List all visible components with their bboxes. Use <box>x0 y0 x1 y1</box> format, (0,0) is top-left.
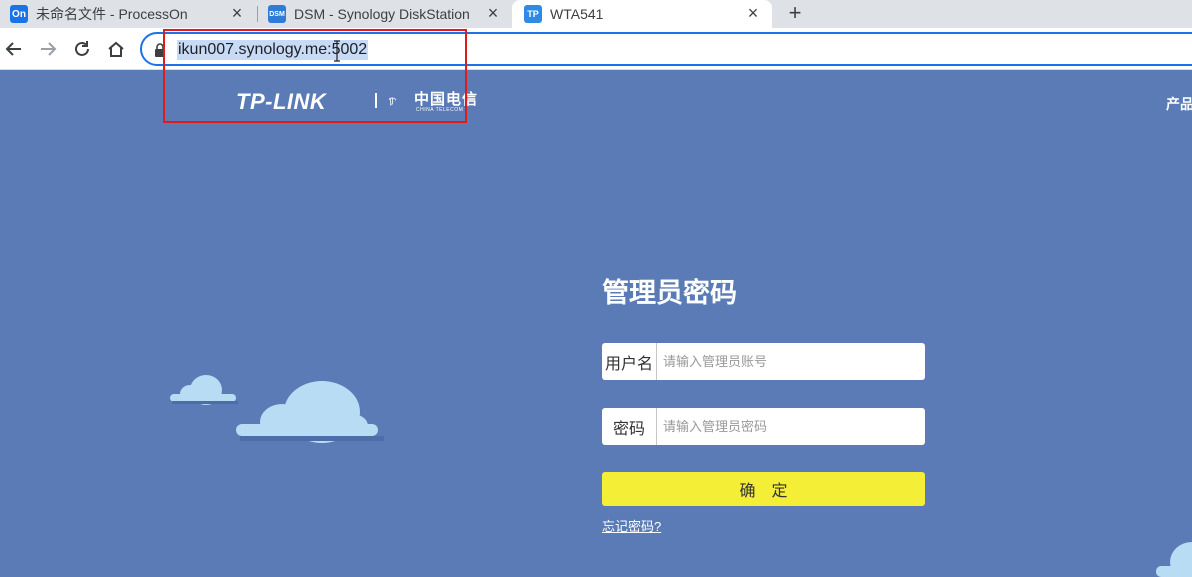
tplink-logo: TP-LINK <box>236 89 327 114</box>
large-cloud-illustration <box>236 381 384 443</box>
close-tab-icon[interactable]: × <box>228 4 246 22</box>
arrow-left-icon <box>5 42 21 56</box>
tab-synology-dsm[interactable]: DSM DSM - Synology DiskStation × <box>258 0 512 28</box>
tab-title: WTA541 <box>550 6 604 22</box>
dsm-favicon-icon: DSM <box>268 5 286 23</box>
tab-title: 未命名文件 - ProcessOn <box>36 6 188 22</box>
tab-wta541[interactable]: TP WTA541 × <box>512 0 772 28</box>
reload-icon <box>75 41 89 56</box>
tab-processon[interactable]: On 未命名文件 - ProcessOn × <box>0 0 256 28</box>
address-bar[interactable]: ikun007.synology.me:5002 <box>140 32 1192 66</box>
text-cursor-icon <box>334 40 340 62</box>
china-telecom-logo-subtext: CHINA TELECOM <box>416 107 464 113</box>
processon-favicon-icon: On <box>10 5 28 23</box>
nav-products-link[interactable]: 产品 <box>1166 94 1192 114</box>
browser-toolbar: ikun007.synology.me:5002 <box>0 28 1192 70</box>
password-label: 密码 <box>602 408 657 445</box>
close-tab-icon[interactable]: × <box>484 4 502 22</box>
arrow-right-icon <box>41 42 57 56</box>
password-field: 密码 <box>602 408 925 445</box>
login-title: 管理员密码 <box>602 278 737 308</box>
tplink-favicon-icon: TP <box>524 5 542 23</box>
home-icon <box>108 41 124 57</box>
username-field: 用户名 <box>602 343 925 380</box>
close-tab-icon[interactable]: × <box>744 4 762 22</box>
china-telecom-emblem-icon <box>388 97 397 106</box>
forgot-password-link[interactable]: 忘记密码? <box>602 516 661 535</box>
corner-cloud-illustration <box>1156 542 1192 577</box>
china-telecom-logo-text: 中国电信 <box>414 91 479 108</box>
reload-button[interactable] <box>70 37 94 61</box>
logo-divider <box>375 93 377 108</box>
confirm-button[interactable]: 确定 <box>602 472 925 506</box>
username-input[interactable] <box>657 343 925 380</box>
lock-icon <box>155 43 165 57</box>
small-cloud-illustration <box>170 375 238 405</box>
username-label: 用户名 <box>602 343 657 380</box>
forward-button[interactable] <box>36 37 60 61</box>
tab-title: DSM - Synology DiskStation <box>294 6 470 22</box>
home-button[interactable] <box>104 37 128 61</box>
password-input[interactable] <box>657 408 925 445</box>
back-button[interactable] <box>2 37 26 61</box>
new-tab-button[interactable]: + <box>784 0 806 26</box>
browser-tab-strip: On 未命名文件 - ProcessOn × DSM DSM - Synolog… <box>0 0 1192 28</box>
